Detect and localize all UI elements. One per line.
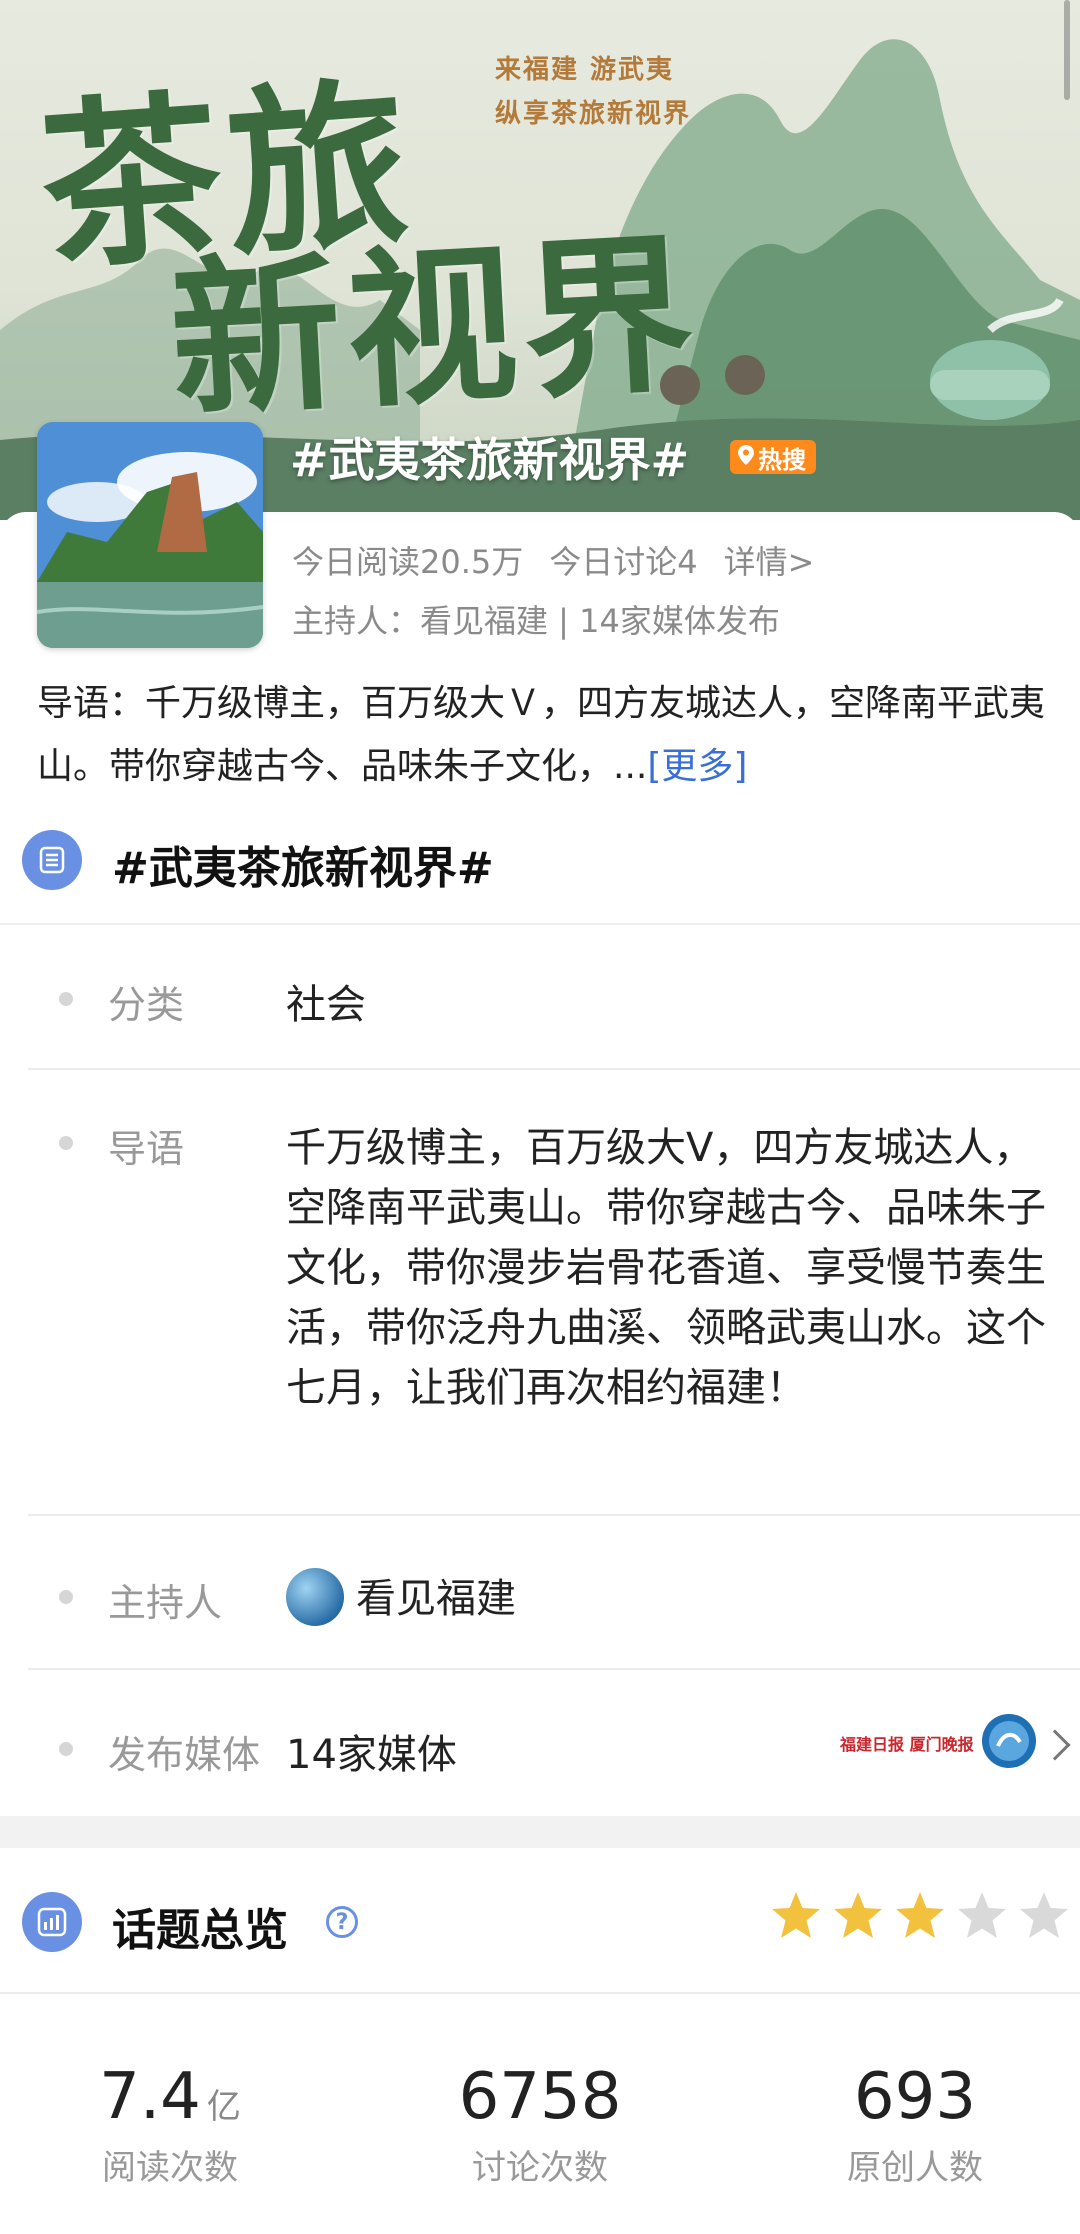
today-stats: 今日阅读20.5万 今日讨论4 详情> <box>292 537 814 583</box>
metric-reads: 7.4 亿 阅读次数 <box>20 2060 320 2189</box>
overview-title: 话题总览 <box>112 1905 288 1956</box>
today-discussions: 今日讨论4 <box>549 543 698 581</box>
banner-slogan: 来福建 游武夷 纵享茶旅新视界 <box>495 48 691 136</box>
metric-discussions: 6758 讨论次数 <box>390 2060 690 2189</box>
metric-reads-label: 阅读次数 <box>102 2148 238 2188</box>
divider <box>0 923 1080 925</box>
media-logos[interactable]: 福建日报 厦门晚报 <box>840 1712 1038 1774</box>
media-logo-badge-icon <box>980 1712 1038 1774</box>
star-empty-icon <box>1020 1892 1068 1938</box>
location-pin-icon <box>738 443 754 471</box>
star-empty-icon <box>958 1892 1006 1938</box>
category-label: 分类 <box>108 983 185 1027</box>
hot-badge-label: 热搜 <box>758 445 806 474</box>
topic-title: #武夷茶旅新视界# <box>290 433 690 487</box>
metric-discussions-value: 6758 <box>458 2060 622 2134</box>
hot-search-badge[interactable]: 热搜 <box>730 440 816 474</box>
chart-icon <box>22 1892 82 1952</box>
list-icon <box>22 830 82 890</box>
intro-summary: 导语：千万级博主，百万级大Ｖ，四方友城达人，空降南平武夷山。带你穿越古今、品味朱… <box>37 672 1047 798</box>
star-filled-icon <box>896 1892 944 1938</box>
banner-slogan-line2: 纵享茶旅新视界 <box>495 99 692 129</box>
scrollbar[interactable] <box>1064 0 1070 100</box>
intro-full-text: 千万级博主，百万级大V，四方友城达人，空降南平武夷山。带你穿越古今、品味朱子文化… <box>286 1125 1046 1411</box>
category-value: 社会 <box>286 982 366 1028</box>
metric-reads-value: 7.4 <box>99 2060 201 2134</box>
chevron-right-icon[interactable] <box>1039 1729 1071 1761</box>
metric-original-label: 原创人数 <box>847 2148 983 2188</box>
divider <box>0 1992 1080 1994</box>
bullet-dot <box>59 1136 73 1150</box>
media-label: 发布媒体 <box>108 1733 261 1777</box>
host-label: 主持人 <box>108 1581 223 1625</box>
host-avatar[interactable] <box>286 1568 344 1626</box>
rating-stars <box>770 1890 1070 1942</box>
info-section-title: #武夷茶旅新视界# <box>112 843 494 894</box>
banner-title-line2: 新视界 <box>165 214 704 442</box>
divider <box>28 1514 1080 1516</box>
topic-thumbnail[interactable] <box>37 422 263 648</box>
intro-summary-text: 导语：千万级博主，百万级大Ｖ，四方友城达人，空降南平武夷山。带你穿越古今、品味朱… <box>37 683 1046 787</box>
more-link[interactable]: [更多] <box>647 746 747 787</box>
today-reads: 今日阅读20.5万 <box>292 543 524 581</box>
media-logo-text: 福建日报 厦门晚报 <box>840 1735 974 1754</box>
help-icon[interactable]: ? <box>326 1906 358 1938</box>
divider <box>28 1068 1080 1070</box>
metric-reads-unit: 亿 <box>206 2087 241 2127</box>
star-filled-icon <box>834 1892 882 1938</box>
star-filled-icon <box>772 1892 820 1938</box>
media-value[interactable]: 14家媒体 <box>286 1722 457 1780</box>
details-link[interactable]: 详情> <box>724 537 815 583</box>
host-summary: 主持人：看见福建 | 14家媒体发布 <box>292 602 780 640</box>
divider <box>28 1668 1080 1670</box>
banner-slogan-line1: 来福建 游武夷 <box>495 55 675 85</box>
metric-original: 693 原创人数 <box>765 2060 1065 2189</box>
bullet-dot <box>59 992 73 1006</box>
metric-discussions-label: 讨论次数 <box>472 2148 608 2188</box>
intro-label: 导语 <box>108 1127 185 1171</box>
section-separator <box>0 1816 1080 1848</box>
bullet-dot <box>59 1590 73 1604</box>
metric-original-value: 693 <box>853 2060 977 2134</box>
host-name[interactable]: 看见福建 <box>356 1566 516 1624</box>
bullet-dot <box>59 1742 73 1756</box>
